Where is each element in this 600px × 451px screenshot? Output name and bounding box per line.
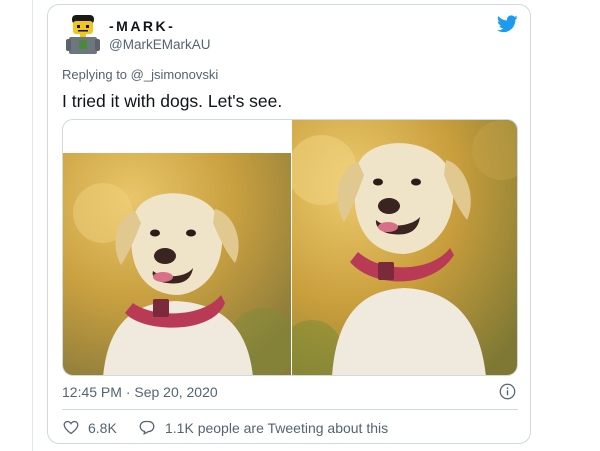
reply-context: Replying to @_jsimonovski (62, 67, 218, 82)
reply-prefix: Replying to (62, 67, 128, 82)
like-count[interactable]: 6.8K (88, 420, 117, 436)
timeline-divider (32, 0, 33, 451)
tweet-text: I tried it with dogs. Let's see. (62, 91, 283, 111)
comment-icon[interactable] (139, 420, 155, 435)
info-icon[interactable] (499, 383, 516, 400)
avatar[interactable] (64, 14, 102, 56)
heart-icon[interactable] (63, 420, 79, 435)
tweeting-about-link[interactable]: 1.1K people are Tweeting about this (165, 420, 388, 436)
author-display-name[interactable]: -MARK- (109, 18, 175, 34)
author-handle[interactable]: @MarkEMarkAU (109, 37, 210, 52)
dog-photo-left[interactable] (63, 153, 291, 376)
actions-separator (62, 409, 518, 410)
reply-mention-link[interactable]: @_jsimonovski (131, 67, 219, 82)
twitter-bird-icon[interactable] (497, 15, 518, 33)
tweet-timestamp[interactable]: 12:45 PM · Sep 20, 2020 (62, 384, 218, 400)
dog-photo-right[interactable] (292, 120, 518, 376)
media-grid[interactable] (62, 119, 518, 376)
